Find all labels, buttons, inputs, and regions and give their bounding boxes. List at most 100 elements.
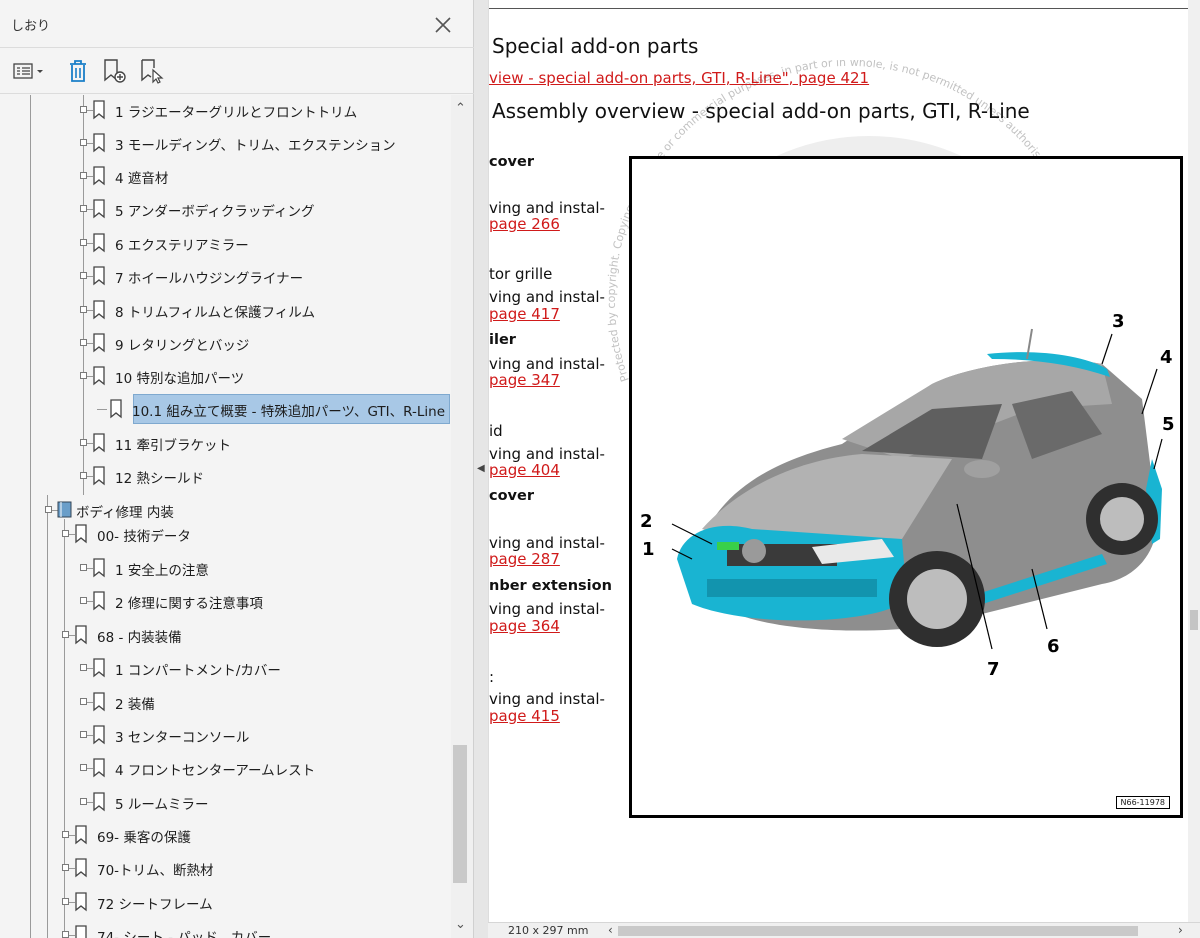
page-heading: Assembly overview - special add-on parts… [492,99,1030,123]
expand-toggle[interactable] [62,530,69,537]
callout-1: 1 [642,539,655,560]
section-title: Special add-on parts [492,34,699,58]
expand-toggle[interactable] [62,831,69,838]
page-top-rule [489,8,1188,9]
page-link[interactable]: page 287 [489,550,560,568]
bookmark-item[interactable]: 8 トリムフィルムと保護フィルム [0,295,450,325]
bookmark-label: 1 ラジエーターグリルとフロントトリム [115,105,358,121]
part-text: nber extension [489,578,612,594]
bookmark-label: 5 ルームミラー [115,797,209,813]
horizontal-scrollbar-thumb[interactable] [618,926,1138,936]
bookmark-icon [93,466,105,486]
options-menu-icon[interactable] [12,56,46,86]
top-cross-link[interactable]: view - special add-on parts, GTI, R-Line… [489,69,869,87]
page-link[interactable]: page 415 [489,707,560,725]
scroll-left-icon[interactable]: ‹ [608,923,613,937]
bookmark-item[interactable]: 74- シート - パッド、カバー [0,920,450,938]
expand-toggle[interactable] [80,664,87,671]
bookmark-item[interactable]: 69- 乗客の保護 [0,820,450,850]
callout-5: 5 [1162,414,1175,435]
page-link[interactable]: page 347 [489,371,560,389]
bookmark-item[interactable]: 2 装備 [0,687,450,717]
page-link[interactable]: page 417 [489,305,560,323]
bookmark-item[interactable]: 00- 技術データ [0,519,450,549]
bookmark-label: 1 コンパートメント/カバー [115,663,281,679]
bookmark-label: 70-トリム、断熱材 [97,863,214,879]
bookmark-item[interactable]: 4 フロントセンターアームレスト [0,753,450,783]
bookmark-item[interactable]: 6 エクステリアミラー [0,228,450,258]
bookmark-item[interactable]: 5 ルームミラー [0,787,450,817]
expand-toggle[interactable] [80,372,87,379]
bookmark-item[interactable]: 1 安全上の注意 [0,553,450,583]
front-bumper-part [677,525,907,621]
page-size: 210 x 297 mm [508,924,589,937]
expand-toggle[interactable] [80,239,87,246]
bookmark-item[interactable]: 5 アンダーボディクラッディング [0,194,450,224]
document-scrollbar[interactable] [1188,0,1200,922]
trash-icon[interactable] [64,56,92,86]
bookmark-scrollbar[interactable]: ⌃ ⌄ [451,95,473,938]
bookmark-item[interactable]: 11 牽引ブラケット [0,428,450,458]
scroll-down-icon[interactable]: ⌄ [455,917,466,932]
document-scrollbar-thumb[interactable] [1190,610,1198,630]
bookmark-icon [75,925,87,938]
bookmark-item[interactable]: 1 ラジエーターグリルとフロントトリム [0,95,450,125]
bookmark-item[interactable]: 3 センターコンソール [0,720,450,750]
scroll-right-icon[interactable]: › [1178,923,1183,937]
page-link[interactable]: page 404 [489,461,560,479]
bookmark-item[interactable]: 3 モールディング、トリム、エクステンション [0,128,450,158]
horizontal-scrollbar[interactable]: ‹ › [608,923,1188,938]
bookmark-from-selection-icon[interactable] [134,56,164,86]
expand-toggle[interactable] [80,597,87,604]
panel-splitter[interactable]: ◀ [474,0,488,938]
bookmark-item[interactable]: 70-トリム、断熱材 [0,853,450,883]
expand-toggle[interactable] [62,931,69,938]
bookmarks-panel: しおり 1 ラジエーターグリルとフロントトリム 3 モールディング、トリム、エクス… [0,0,474,938]
expand-toggle[interactable] [80,439,87,446]
expand-toggle[interactable] [45,506,52,513]
expand-toggle[interactable] [80,731,87,738]
expand-toggle[interactable] [80,472,87,479]
expand-toggle[interactable] [62,864,69,871]
close-icon[interactable] [430,12,456,38]
expand-toggle[interactable] [80,272,87,279]
bookmark-icon [93,199,105,219]
expand-toggle[interactable] [80,564,87,571]
page-link[interactable]: page 266 [489,215,560,233]
expand-toggle[interactable] [80,205,87,212]
new-bookmark-icon[interactable] [100,56,130,86]
bookmark-item[interactable]: 68 - 内装装備 [0,620,450,650]
bookmark-item[interactable]: 10.1 組み立て概要 - 特殊追加パーツ、GTI、R-Line [0,394,450,424]
part-text: ving and instal- [489,288,605,306]
expand-toggle[interactable] [62,631,69,638]
bookmark-label: 8 トリムフィルムと保護フィルム [115,305,315,321]
expand-toggle[interactable] [80,339,87,346]
expand-toggle[interactable] [80,139,87,146]
expand-toggle[interactable] [80,106,87,113]
assembly-figure: 1 2 3 4 5 6 7 N66-11978 [629,156,1183,818]
callout-4: 4 [1160,347,1173,368]
bookmark-label: 9 レタリングとバッジ [115,338,250,354]
expand-toggle[interactable] [80,764,87,771]
expand-toggle[interactable] [80,172,87,179]
bookmark-label: 69- 乗客の保護 [97,830,191,846]
expand-toggle[interactable] [80,306,87,313]
bookmark-item[interactable]: 9 レタリングとバッジ [0,328,450,358]
bookmark-item[interactable]: 4 遮音材 [0,161,450,191]
bookmark-item[interactable]: 10 特別な追加パーツ [0,361,450,391]
bookmark-item[interactable]: 12 熱シールド [0,461,450,491]
scroll-up-icon[interactable]: ⌃ [455,101,466,116]
expand-toggle[interactable] [80,798,87,805]
bookmark-item[interactable]: 1 コンパートメント/カバー [0,653,450,683]
collapse-arrow-icon[interactable]: ◀ [477,463,485,474]
bookmark-label: 74- シート - パッド、カバー [97,930,272,938]
expand-toggle[interactable] [80,698,87,705]
scrollbar-thumb[interactable] [453,745,467,883]
expand-toggle[interactable] [62,898,69,905]
tree-connector [97,409,107,410]
panel-title: しおり [11,19,51,34]
bookmark-item[interactable]: 7 ホイールハウジングライナー [0,261,450,291]
page-link[interactable]: page 364 [489,617,560,635]
bookmark-item[interactable]: 72 シートフレーム [0,887,450,917]
bookmark-item[interactable]: 2 修理に関する注意事項 [0,586,450,616]
